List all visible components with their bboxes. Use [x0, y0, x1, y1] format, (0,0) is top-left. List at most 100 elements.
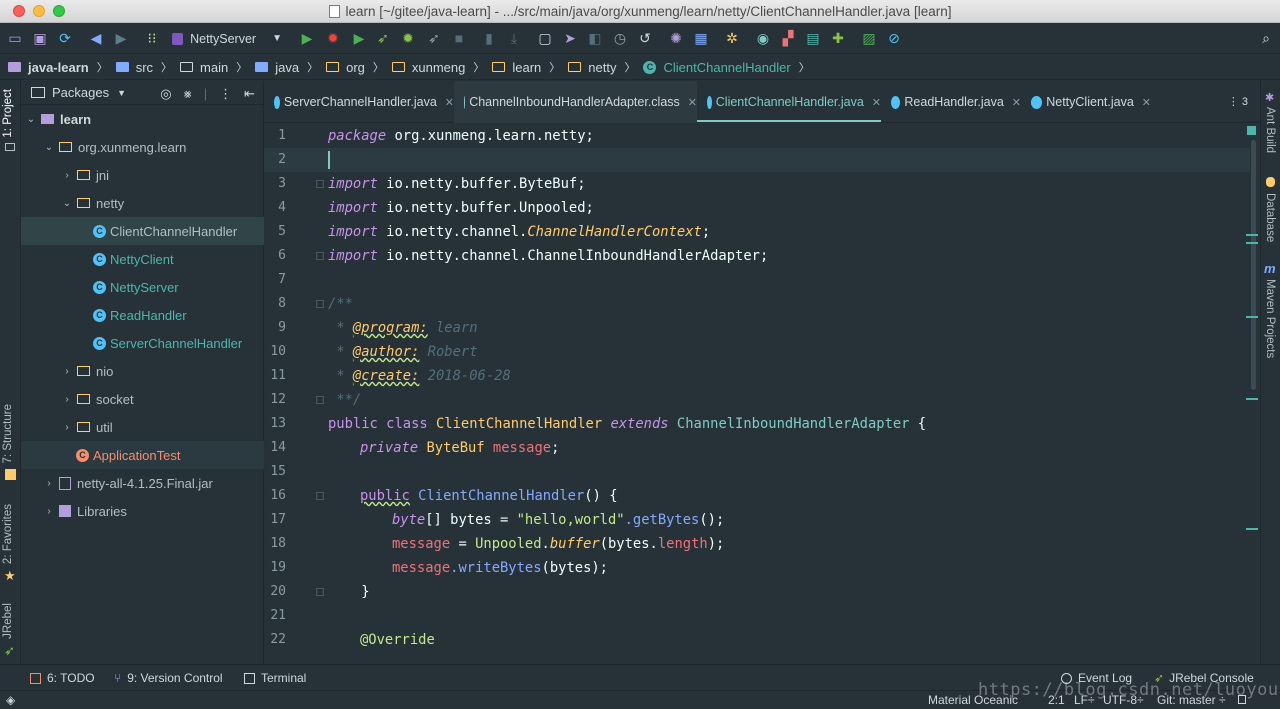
tool-tab-structure[interactable]: 7: Structure: [2, 404, 14, 463]
editor-scrollbar[interactable]: [1251, 140, 1256, 390]
no-entry-icon[interactable]: ⊘: [886, 30, 902, 46]
tree-item-read-handler[interactable]: C ReadHandler: [21, 301, 264, 329]
more-tabs-button[interactable]: ⋮ 3: [1228, 95, 1248, 108]
tool-tab-project[interactable]: 1: Project: [2, 89, 14, 138]
code-text: io.netty.channel.ChannelInboundHandlerAd…: [377, 248, 769, 264]
breadcrumb-project[interactable]: java-learn: [8, 60, 89, 75]
revert-icon[interactable]: ↺: [637, 30, 653, 46]
plugin-icon[interactable]: ▞: [780, 30, 796, 46]
tree-item-org-xunmeng-learn[interactable]: ⌄ org.xunmeng.learn: [21, 133, 264, 161]
run-configuration-select[interactable]: NettyServer ▼: [172, 29, 282, 48]
tool-tab-jrebel[interactable]: JRebel: [2, 603, 14, 639]
change-marker[interactable]: [1246, 316, 1258, 318]
inspection-status-icon[interactable]: [1247, 126, 1256, 135]
rerun-icon[interactable]: ➤: [562, 30, 578, 46]
tree-item-netty-jar[interactable]: › netty-all-4.1.25.Final.jar: [21, 469, 264, 497]
activity-icon[interactable]: ▨: [861, 30, 877, 46]
search-icon[interactable]: ⌕: [1258, 30, 1274, 46]
change-marker[interactable]: [1246, 398, 1258, 400]
tool-tab-ant-build[interactable]: Ant Build: [1264, 107, 1276, 153]
forward-icon[interactable]: ▶: [113, 30, 129, 46]
fold-marker[interactable]: [316, 180, 324, 188]
breadcrumb-learn[interactable]: learn: [492, 60, 541, 75]
tool-tab-terminal[interactable]: Terminal: [244, 671, 306, 685]
tree-item-util[interactable]: › util: [21, 413, 264, 441]
tool-tab-version-control[interactable]: ⑂ 9: Version Control: [114, 671, 223, 685]
change-marker[interactable]: [1246, 528, 1258, 530]
breadcrumb-main[interactable]: main: [180, 60, 228, 75]
view-selector[interactable]: Packages: [52, 85, 109, 100]
run-icon[interactable]: ▶: [299, 30, 315, 46]
history-icon[interactable]: ◷: [612, 30, 628, 46]
breadcrumb-class[interactable]: C ClientChannelHandler: [643, 60, 791, 75]
jrebel-run-icon[interactable]: ➶: [375, 30, 391, 46]
build-icon[interactable]: ⁝⁝: [144, 30, 160, 46]
tab-client-channel-handler[interactable]: ClientChannelHandler.java ✕: [697, 81, 881, 123]
locate-icon[interactable]: ◎: [160, 86, 171, 102]
fold-marker[interactable]: [316, 252, 324, 260]
close-tab-icon[interactable]: ✕: [688, 96, 697, 109]
close-tab-icon[interactable]: ✕: [1012, 96, 1021, 109]
settings-gear-icon[interactable]: ✺: [668, 30, 684, 46]
fold-marker[interactable]: [316, 300, 324, 308]
sdk-icon[interactable]: ✲: [724, 30, 740, 46]
tree-item-server-channel-handler[interactable]: C ServerChannelHandler: [21, 329, 264, 357]
tool-tab-database[interactable]: Database: [1264, 193, 1276, 242]
tree-item-libraries[interactable]: › Libraries: [21, 497, 264, 525]
collapse-icon[interactable]: ⨳: [184, 86, 192, 102]
project-structure-icon[interactable]: ▦: [693, 30, 709, 46]
tree-item-application-test[interactable]: C ApplicationTest: [21, 441, 264, 469]
close-tab-icon[interactable]: ✕: [445, 96, 454, 109]
fold-marker[interactable]: [316, 396, 324, 404]
stop-jrebel-icon[interactable]: ▮: [481, 30, 497, 46]
fold-marker[interactable]: [316, 492, 324, 500]
tree-item-netty-client[interactable]: C NettyClient: [21, 245, 264, 273]
sonar-icon[interactable]: ◉: [755, 30, 771, 46]
download-icon[interactable]: ⤓: [506, 30, 522, 46]
stop-icon[interactable]: ■: [451, 30, 467, 46]
code-line-10: * @author: Robert: [328, 340, 477, 364]
close-tab-icon[interactable]: ✕: [1142, 96, 1151, 109]
tree-item-learn[interactable]: ⌄ learn: [21, 105, 264, 133]
toggle-tool-windows-icon[interactable]: ◈: [6, 693, 15, 707]
terminal-icon[interactable]: ▢: [537, 30, 553, 46]
tab-channel-inbound-handler-adapter[interactable]: ChannelInboundHandlerAdapter.class ✕: [454, 81, 697, 123]
class-file-icon: [464, 95, 466, 109]
chevron-down-icon[interactable]: ▼: [117, 88, 126, 98]
tree-item-netty[interactable]: ⌄ netty: [21, 189, 264, 217]
tree-item-nio[interactable]: › nio: [21, 357, 264, 385]
tree-item-socket[interactable]: › socket: [21, 385, 264, 413]
tree-item-netty-server[interactable]: C NettyServer: [21, 273, 264, 301]
more-options-icon[interactable]: ⋮: [219, 86, 232, 102]
change-marker[interactable]: [1246, 242, 1258, 244]
open-folder-icon[interactable]: ▭: [7, 30, 23, 46]
sync-icon[interactable]: ⟳: [57, 30, 73, 46]
tool-tab-todo[interactable]: 6: TODO: [30, 671, 95, 685]
coverage-icon[interactable]: ◧: [587, 30, 603, 46]
breadcrumb-src[interactable]: src: [115, 60, 153, 75]
tab-server-channel-handler[interactable]: ServerChannelHandler.java ✕: [264, 81, 454, 123]
back-icon[interactable]: ◀: [88, 30, 104, 46]
tool-tab-maven[interactable]: Maven Projects: [1264, 279, 1276, 358]
tool-tab-favorites[interactable]: 2: Favorites: [2, 504, 14, 564]
puzzle-icon[interactable]: ✚: [830, 30, 846, 46]
jrebel-debug-icon[interactable]: ✹: [400, 30, 416, 46]
diagram-icon[interactable]: ▤: [805, 30, 821, 46]
breadcrumb-org[interactable]: org: [326, 60, 365, 75]
tree-item-client-channel-handler[interactable]: C ClientChannelHandler: [21, 217, 264, 245]
breadcrumb-xunmeng[interactable]: xunmeng: [391, 60, 465, 75]
tab-netty-client[interactable]: NettyClient.java ✕: [1021, 81, 1151, 123]
fold-marker[interactable]: [316, 588, 324, 596]
change-marker[interactable]: [1246, 234, 1258, 236]
save-icon[interactable]: ▣: [32, 30, 48, 46]
close-tab-icon[interactable]: ✕: [872, 96, 881, 109]
tab-read-handler[interactable]: ReadHandler.java ✕: [881, 81, 1021, 123]
breadcrumb-java[interactable]: java: [255, 60, 299, 75]
debug-icon[interactable]: ✹: [325, 30, 341, 46]
run-coverage-icon[interactable]: ▶: [351, 30, 367, 46]
jrebel-update-icon[interactable]: ➶: [426, 30, 442, 46]
code-editor[interactable]: 1 2 3 4 5 6 7 8 9 10 11 12 13 14 15 16 1…: [264, 124, 1260, 664]
tree-item-jni[interactable]: › jni: [21, 161, 264, 189]
hide-panel-icon[interactable]: ⇤: [244, 86, 255, 102]
breadcrumb-netty[interactable]: netty: [568, 60, 616, 75]
